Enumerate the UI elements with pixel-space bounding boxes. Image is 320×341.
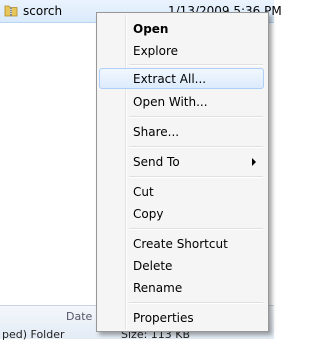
menu-item-create-shortcut[interactable]: Create Shortcut <box>99 233 264 254</box>
menu-item-label: Create Shortcut <box>133 237 228 251</box>
menu-item-label: Explore <box>133 44 179 58</box>
menu-separator <box>129 64 263 66</box>
menu-item-label: Cut <box>133 185 154 199</box>
menu-item-label: Extract All... <box>133 72 207 86</box>
menu-item-properties[interactable]: Properties <box>99 307 264 328</box>
menu-separator <box>129 176 263 178</box>
menu-item-open[interactable]: Open <box>99 18 264 39</box>
menu-item-label: Open <box>133 22 169 36</box>
menu-item-send-to[interactable]: Send To <box>99 151 264 172</box>
menu-item-open-with[interactable]: Open With... <box>99 91 264 112</box>
zipped-folder-icon <box>4 5 18 17</box>
menu-item-label: Properties <box>133 311 194 325</box>
menu-separator <box>129 116 263 118</box>
menu-item-label: Share... <box>133 125 180 139</box>
menu-separator <box>129 228 263 230</box>
menu-item-label: Send To <box>133 155 180 169</box>
menu-item-extract-all[interactable]: Extract All... <box>99 68 264 89</box>
menu-item-delete[interactable]: Delete <box>99 255 264 276</box>
menu-item-share[interactable]: Share... <box>99 121 264 142</box>
menu-separator <box>129 302 263 304</box>
menu-item-label: Open With... <box>133 95 208 109</box>
chevron-right-icon <box>252 158 256 166</box>
context-menu: Open Explore Extract All... Open With...… <box>96 12 269 332</box>
menu-separator <box>129 146 263 148</box>
menu-item-label: Copy <box>133 207 164 221</box>
menu-item-explore[interactable]: Explore <box>99 40 264 61</box>
menu-item-copy[interactable]: Copy <box>99 203 264 224</box>
file-name[interactable]: scorch <box>23 4 62 18</box>
details-type: ped) Folder <box>2 328 65 341</box>
menu-item-rename[interactable]: Rename <box>99 277 264 298</box>
menu-item-label: Rename <box>133 281 183 295</box>
menu-item-cut[interactable]: Cut <box>99 181 264 202</box>
menu-item-label: Delete <box>133 259 173 273</box>
